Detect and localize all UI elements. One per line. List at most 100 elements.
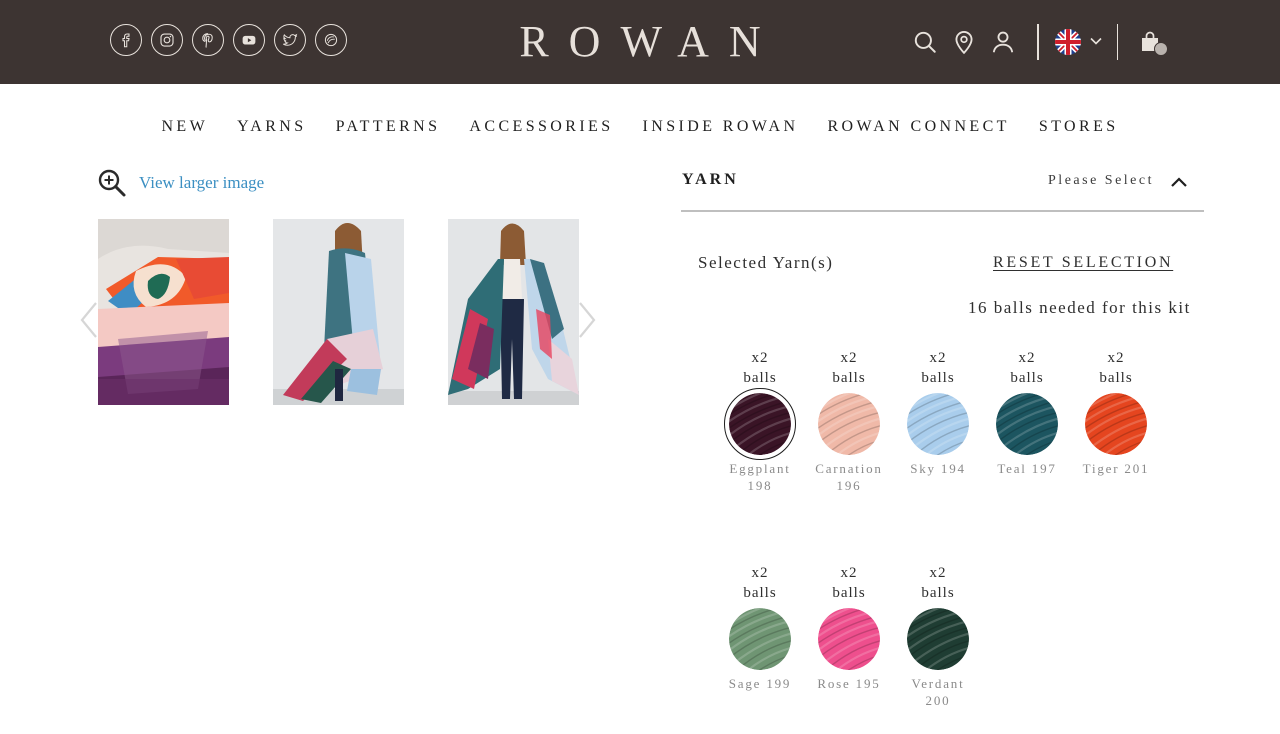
swatch-name: Sage <box>728 676 762 691</box>
swatch-color-name: Teal 197 <box>982 460 1072 477</box>
swatch-ball-ring[interactable] <box>991 388 1063 460</box>
yarn-swatch[interactable]: x2 balls Sage 199 <box>715 563 805 692</box>
swatch-quantity: x2 balls <box>804 563 894 603</box>
yarn-swatch[interactable]: x2 balls Verdant 200 <box>893 563 983 709</box>
swatch-name: Teal <box>997 461 1027 476</box>
yarn-ball-image <box>996 393 1058 455</box>
swatch-ball-ring[interactable] <box>813 388 885 460</box>
header-tools <box>910 22 1170 62</box>
swatch-unit: balls <box>832 585 866 601</box>
yarn-swatch[interactable]: x2 balls Eggplant 198 <box>715 348 805 494</box>
nav-stores[interactable]: STORES <box>1039 118 1119 136</box>
yarn-ball-image <box>729 608 791 670</box>
uk-flag-icon <box>1054 29 1081 55</box>
yarn-swatch[interactable]: x2 balls Rose 195 <box>804 563 894 692</box>
swatch-qty: x2 <box>1107 350 1125 366</box>
swatch-unit: balls <box>1099 370 1133 386</box>
chevron-up-icon[interactable] <box>1168 171 1190 193</box>
swatch-unit: balls <box>1010 370 1044 386</box>
swatch-unit: balls <box>743 585 777 601</box>
yarn-title: YARN <box>682 171 739 188</box>
nav-new[interactable]: NEW <box>161 118 208 136</box>
nav-patterns[interactable]: PATTERNS <box>336 118 441 136</box>
gallery-thumbnail[interactable] <box>273 219 404 405</box>
yarn-select-label: Please Select <box>1048 173 1154 188</box>
swatch-name: Eggplant <box>729 461 791 476</box>
selected-yarns-label: Selected Yarn(s) <box>698 253 834 272</box>
nav-accessories[interactable]: ACCESSORIES <box>469 118 613 136</box>
language-selector[interactable] <box>1051 24 1103 60</box>
swatch-quantity: x2 balls <box>804 348 894 388</box>
header-divider <box>1037 24 1039 60</box>
swatch-code: 195 <box>855 676 881 691</box>
swatch-code: 199 <box>766 676 792 691</box>
swatch-color-name: Eggplant 198 <box>715 460 805 494</box>
swatch-quantity: x2 balls <box>1071 348 1161 388</box>
swatch-code: 196 <box>836 478 862 493</box>
yarn-swatch[interactable]: x2 balls Teal 197 <box>982 348 1072 477</box>
account-icon[interactable] <box>988 24 1018 60</box>
swatch-color-name: Carnation 196 <box>804 460 894 494</box>
swatch-color-name: Verdant 200 <box>893 675 983 709</box>
swatch-name: Rose <box>817 676 851 691</box>
swatch-color-name: Tiger 201 <box>1071 460 1161 477</box>
yarn-ball-image <box>907 393 969 455</box>
swatch-quantity: x2 balls <box>715 563 805 603</box>
shopping-bag-icon[interactable] <box>1130 22 1170 62</box>
header-divider <box>1116 24 1118 60</box>
gallery-thumbnails <box>98 219 580 405</box>
swatch-ball-ring[interactable] <box>813 603 885 675</box>
swatch-qty: x2 <box>840 565 858 581</box>
swatch-ball-ring[interactable] <box>902 603 974 675</box>
view-larger-image-text: View larger image <box>139 173 265 192</box>
swatch-qty: x2 <box>929 565 947 581</box>
swatch-quantity: x2 balls <box>715 348 805 388</box>
yarn-swatch[interactable]: x2 balls Carnation 196 <box>804 348 894 494</box>
swatch-unit: balls <box>921 370 955 386</box>
swatch-quantity: x2 balls <box>893 348 983 388</box>
swatch-color-name: Sage 199 <box>715 675 805 692</box>
gallery-prev-arrow[interactable] <box>78 300 100 340</box>
swatch-ball-ring[interactable] <box>1080 388 1152 460</box>
gallery-thumbnail[interactable] <box>98 219 229 405</box>
cart-count-badge <box>1154 42 1168 56</box>
gallery-thumbnail[interactable] <box>448 219 579 405</box>
swatch-code: 200 <box>925 693 951 708</box>
yarn-ball-image <box>818 393 880 455</box>
yarn-ball-image <box>818 608 880 670</box>
swatch-name: Verdant <box>911 676 965 691</box>
swatch-qty: x2 <box>751 565 769 581</box>
nav-rowan-connect[interactable]: ROWAN CONNECT <box>827 118 1009 136</box>
yarn-accordion-header[interactable]: YARN Please Select <box>681 165 1204 212</box>
swatch-ball-ring[interactable] <box>724 603 796 675</box>
swatch-quantity: x2 balls <box>982 348 1072 388</box>
swatch-ball-ring[interactable] <box>902 388 974 460</box>
reset-selection-button[interactable]: RESET SELECTION <box>993 254 1173 272</box>
swatch-name: Tiger <box>1082 461 1120 476</box>
swatch-qty: x2 <box>751 350 769 366</box>
swatch-name: Sky <box>910 461 936 476</box>
swatch-code: 198 <box>747 478 773 493</box>
yarn-swatch[interactable]: x2 balls Tiger 201 <box>1071 348 1161 477</box>
yarn-ball-image <box>907 608 969 670</box>
nav-yarns[interactable]: YARNS <box>237 118 306 136</box>
swatch-code: 194 <box>940 461 966 476</box>
search-icon[interactable] <box>910 24 940 60</box>
view-larger-image-link[interactable]: View larger image <box>97 168 264 198</box>
yarn-ball-image <box>1085 393 1147 455</box>
chevron-down-icon <box>1089 33 1103 52</box>
swatch-unit: balls <box>921 585 955 601</box>
swatch-code: 201 <box>1124 461 1150 476</box>
swatch-code: 197 <box>1031 461 1057 476</box>
swatch-unit: balls <box>743 370 777 386</box>
balls-needed-text: 16 balls needed for this kit <box>968 298 1191 317</box>
store-locator-icon[interactable] <box>949 24 979 60</box>
zoom-in-icon <box>98 169 126 197</box>
swatch-color-name: Rose 195 <box>804 675 894 692</box>
swatch-name: Carnation <box>815 461 883 476</box>
yarn-swatch[interactable]: x2 balls Sky 194 <box>893 348 983 477</box>
swatch-quantity: x2 balls <box>893 563 983 603</box>
site-header: ROWAN <box>0 0 1280 84</box>
nav-inside-rowan[interactable]: INSIDE ROWAN <box>643 118 799 136</box>
swatch-ball-ring[interactable] <box>724 388 796 460</box>
